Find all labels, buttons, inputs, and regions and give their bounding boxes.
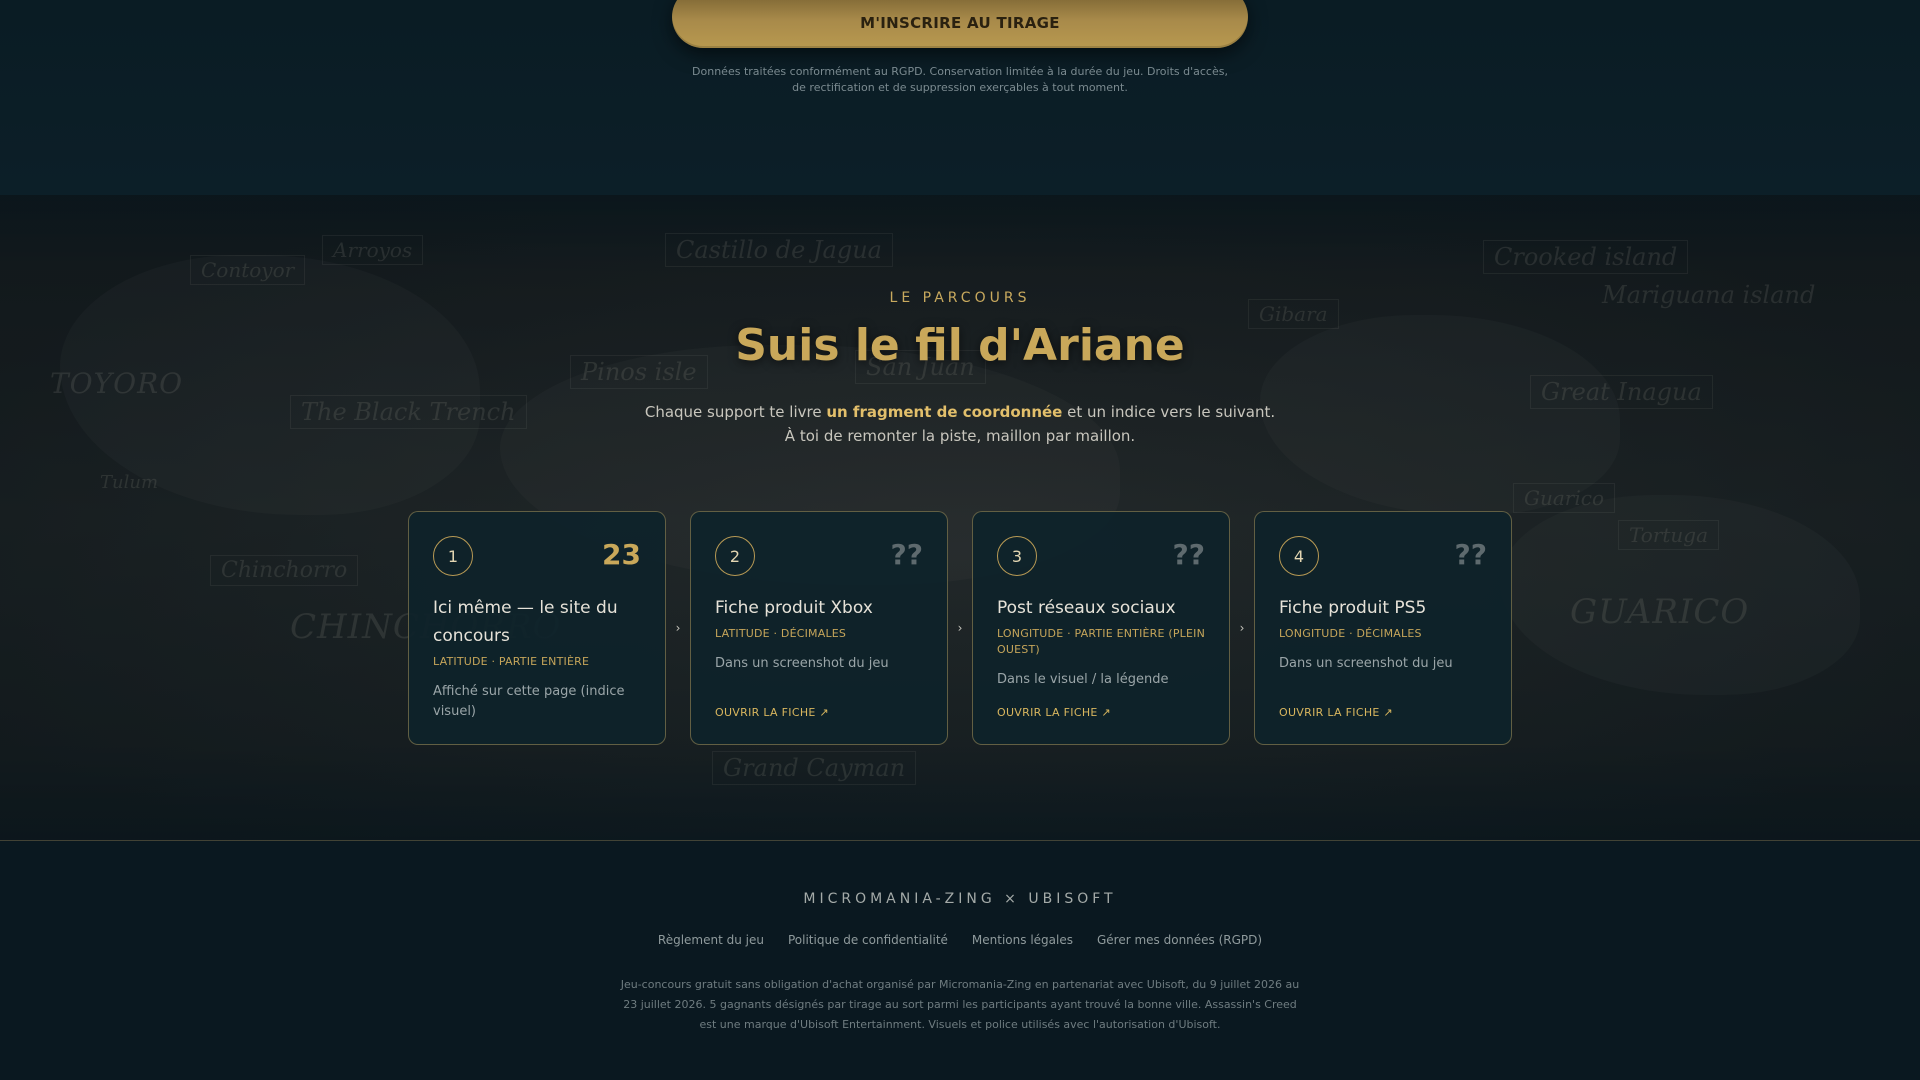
footer-link-rules[interactable]: Règlement du jeu bbox=[658, 933, 764, 947]
map-label: Castillo de Jagua bbox=[665, 233, 893, 267]
step-tag: LONGITUDE · PARTIE ENTIÈRE (PLEIN OUEST) bbox=[997, 627, 1206, 656]
section-title: Suis le fil d'Ariane bbox=[735, 320, 1185, 371]
step-card: 3 ?? Post réseaux sociaux LONGITUDE · PA… bbox=[972, 511, 1230, 745]
step-description: Dans le visuel / la légende bbox=[997, 672, 1169, 687]
intro-highlight: un fragment de coordonnée bbox=[826, 403, 1063, 421]
footer-link-legal[interactable]: Mentions légales bbox=[972, 933, 1073, 947]
step-title: Fiche produit Xbox bbox=[715, 598, 873, 618]
step-card: 4 ?? Fiche produit PS5 LONGITUDE · DÉCIM… bbox=[1254, 511, 1512, 745]
footer-link-gdpr[interactable]: Gérer mes données (RGPD) bbox=[1097, 933, 1262, 947]
footer-link-privacy[interactable]: Politique de confidentialité bbox=[788, 933, 948, 947]
step-description: Dans un screenshot du jeu bbox=[1279, 656, 1453, 671]
map-label: Great Inagua bbox=[1530, 375, 1713, 409]
footer-brand: MICROMANIA-ZING × UBISOFT bbox=[803, 891, 1117, 907]
map-label: The Black Trench bbox=[290, 395, 527, 429]
parcours-section: Castillo de Jagua Arroyos Contoyor Pinos… bbox=[0, 195, 1920, 841]
registration-section: M'INSCRIRE AU TIRAGE Données traitées co… bbox=[0, 0, 1920, 195]
site-footer: MICROMANIA-ZING × UBISOFT Règlement du j… bbox=[0, 841, 1920, 1080]
intro-text: Chaque support te livre bbox=[644, 403, 827, 421]
step-cards: 1 23 Ici même — le site du concours LATI… bbox=[408, 511, 1512, 745]
step-number: 1 bbox=[433, 536, 473, 576]
map-label: Grand Cayman bbox=[712, 751, 917, 785]
step-number: 2 bbox=[715, 536, 755, 576]
step-title: Fiche produit PS5 bbox=[1279, 598, 1427, 618]
map-label: Arroyos bbox=[322, 235, 424, 265]
section-kicker: LE PARCOURS bbox=[889, 290, 1031, 306]
legal-notice: Jeu-concours gratuit sans obligation d'a… bbox=[620, 978, 1300, 1031]
map-label: GUARICO bbox=[1570, 592, 1750, 632]
open-sheet-link[interactable]: OUVRIR LA FICHE ↗ bbox=[715, 706, 829, 719]
footer-links: Règlement du jeu Politique de confidenti… bbox=[0, 933, 1920, 947]
map-label: Tortuga bbox=[1618, 520, 1720, 550]
step-card: 1 23 Ici même — le site du concours LATI… bbox=[408, 511, 666, 745]
map-label: Guarico bbox=[1513, 483, 1615, 513]
step-description: Dans un screenshot du jeu bbox=[715, 656, 889, 671]
step-tag: LONGITUDE · DÉCIMALES bbox=[1279, 627, 1422, 640]
coordinate-code: 23 bbox=[602, 538, 641, 571]
map-label: Contoyor bbox=[190, 255, 306, 285]
map-label: Tulum bbox=[100, 472, 159, 493]
step-number: 3 bbox=[997, 536, 1037, 576]
map-label: Crooked island bbox=[1483, 240, 1689, 274]
open-sheet-link[interactable]: OUVRIR LA FICHE ↗ bbox=[1279, 706, 1393, 719]
register-draw-button[interactable]: M'INSCRIRE AU TIRAGE bbox=[672, 0, 1248, 48]
gdpr-notice: Données traitées conformément au RGPD. C… bbox=[692, 65, 1228, 94]
section-intro: Chaque support te livre un fragment de c… bbox=[640, 400, 1280, 448]
step-description: Affiché sur cette page (indice visuel) bbox=[433, 684, 625, 719]
open-sheet-link[interactable]: OUVRIR LA FICHE ↗ bbox=[997, 706, 1111, 719]
step-tag: LATITUDE · DÉCIMALES bbox=[715, 627, 847, 640]
chevron-right-icon: › bbox=[1239, 621, 1245, 635]
step-title: Post réseaux sociaux bbox=[997, 598, 1176, 618]
step-tag: LATITUDE · PARTIE ENTIÈRE bbox=[433, 655, 590, 668]
step-card: 2 ?? Fiche produit Xbox LATITUDE · DÉCIM… bbox=[690, 511, 948, 745]
coordinate-code: ?? bbox=[890, 538, 923, 571]
coordinate-code: ?? bbox=[1454, 538, 1487, 571]
chevron-right-icon: › bbox=[675, 621, 681, 635]
chevron-right-icon: › bbox=[957, 621, 963, 635]
step-number: 4 bbox=[1279, 536, 1319, 576]
coordinate-code: ?? bbox=[1172, 538, 1205, 571]
map-label: Chinchorro bbox=[210, 555, 359, 586]
step-title: Ici même — le site du concours bbox=[433, 598, 618, 646]
